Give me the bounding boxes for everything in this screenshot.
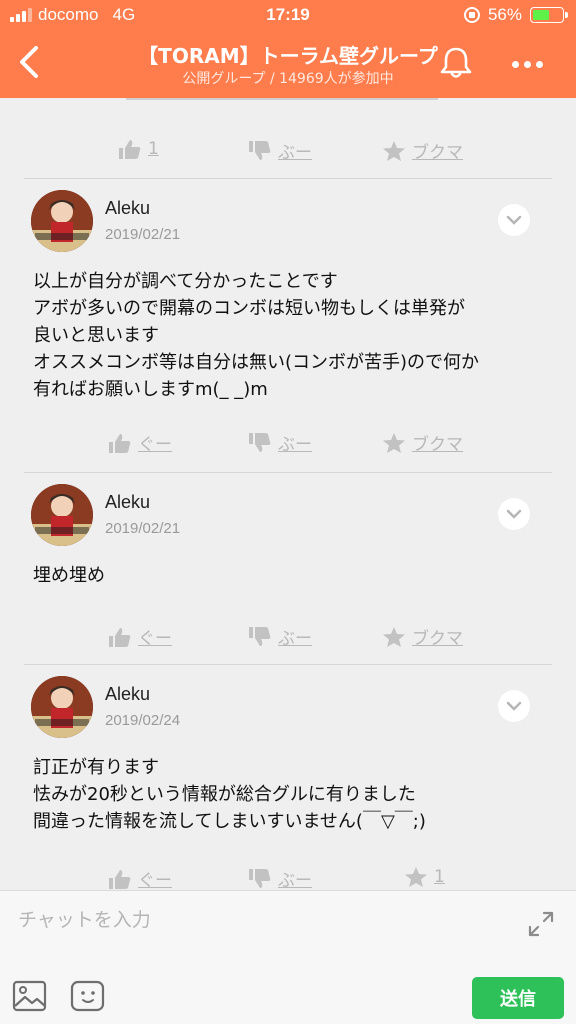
thumbs-up-icon [109, 433, 131, 453]
bookmark-button[interactable]: ブクマ [382, 624, 463, 649]
chevron-down-icon [506, 215, 522, 225]
rotation-lock-icon [463, 7, 480, 23]
post-card: Aleku 2019/02/24 訂正が有ります 怯みが20秒という情報が総合グ… [0, 664, 576, 890]
post-card: Aleku 2019/02/21 埋め埋め ぐー ぶー ブクマ [0, 472, 576, 664]
battery-percent: 56% [487, 5, 522, 24]
star-icon [383, 140, 405, 161]
notification-button[interactable] [436, 42, 476, 82]
chat-input[interactable] [18, 905, 498, 935]
message-feed[interactable]: 1 ぶー ブクマ Aleku 2019/02/21 以上が自分が調べて分かったこ… [0, 98, 576, 890]
chevron-down-icon [506, 701, 522, 711]
divider [126, 98, 438, 100]
post-date: 2019/02/24 [105, 712, 181, 729]
avatar-image [31, 484, 93, 546]
more-dots-icon [512, 60, 519, 68]
thumbs-up-icon [119, 140, 141, 159]
sticker-button[interactable] [70, 979, 106, 1013]
bookmark-button[interactable]: ブクマ [382, 138, 463, 163]
battery-icon [530, 7, 568, 23]
dislike-button[interactable]: ぶー [248, 866, 312, 890]
status-bar: docomo 4G 17:19 56% [0, 0, 576, 30]
bookmark-button[interactable]: ブクマ [382, 430, 463, 455]
expand-button[interactable] [526, 909, 556, 939]
avatar-image [31, 676, 93, 738]
page-title: 【TORAM】トーラム壁グループ [138, 44, 438, 68]
action-row: ぐー ぶー ブクマ [0, 422, 576, 462]
thumbs-down-icon [249, 626, 271, 646]
more-button[interactable] [512, 52, 558, 76]
action-row: ぐー ぶー ブクマ [0, 616, 576, 656]
author-name[interactable]: Aleku [105, 198, 150, 219]
like-button[interactable]: ぐー [108, 624, 172, 649]
post-date: 2019/02/21 [105, 520, 181, 537]
like-button[interactable]: ぐー [108, 430, 172, 455]
dislike-button[interactable]: ぶー [248, 624, 312, 649]
thumbs-down-icon [249, 140, 271, 160]
star-icon [383, 626, 405, 647]
chevron-down-icon [506, 509, 522, 519]
bell-icon [440, 47, 472, 78]
post-menu-button[interactable] [498, 204, 530, 236]
avatar[interactable] [31, 484, 93, 546]
chevron-left-icon [20, 46, 38, 78]
post-body: 埋め埋め [33, 565, 105, 586]
star-icon [405, 867, 427, 887]
back-button[interactable] [10, 40, 50, 84]
dislike-button[interactable]: ぶー [248, 430, 312, 455]
thumbs-down-icon [249, 868, 271, 888]
send-button[interactable]: 送信 [472, 977, 564, 1019]
image-button[interactable] [12, 979, 48, 1013]
image-icon [12, 980, 47, 1012]
bookmark-button[interactable]: 1 [404, 866, 445, 888]
action-row: 1 ぶー ブクマ [0, 130, 576, 170]
post-date: 2019/02/21 [105, 226, 181, 243]
post-body: 訂正が有ります 怯みが20秒という情報が総合グルに有りました 間違った情報を流し… [33, 757, 426, 832]
dislike-button[interactable]: ぶー [248, 138, 312, 163]
action-row: ぐー ぶー 1 [0, 858, 576, 890]
post-card: Aleku 2019/02/21 以上が自分が調べて分かったことです アボが多い… [0, 178, 576, 472]
star-icon [383, 432, 405, 453]
thumbs-up-icon [109, 869, 131, 889]
app-header: docomo 4G 17:19 56% 【TORAM】トーラム壁グループ 公開グ… [0, 0, 576, 98]
page-subtitle: 公開グループ / 14969人が参加中 [182, 71, 394, 87]
post-body: 以上が自分が調べて分かったことです アボが多いので開幕のコンボは短い物もしくは単… [33, 271, 480, 400]
avatar[interactable] [31, 190, 93, 252]
like-button[interactable]: 1 [118, 138, 159, 160]
chat-bar: 送信 [0, 890, 576, 1024]
sticker-icon [70, 980, 105, 1012]
post-menu-button[interactable] [498, 498, 530, 530]
avatar[interactable] [31, 676, 93, 738]
like-button[interactable]: ぐー [108, 866, 172, 890]
post-menu-button[interactable] [498, 690, 530, 722]
author-name[interactable]: Aleku [105, 684, 150, 705]
expand-icon [528, 911, 554, 937]
avatar-image [31, 190, 93, 252]
thumbs-up-icon [109, 627, 131, 647]
author-name[interactable]: Aleku [105, 492, 150, 513]
thumbs-down-icon [249, 432, 271, 452]
